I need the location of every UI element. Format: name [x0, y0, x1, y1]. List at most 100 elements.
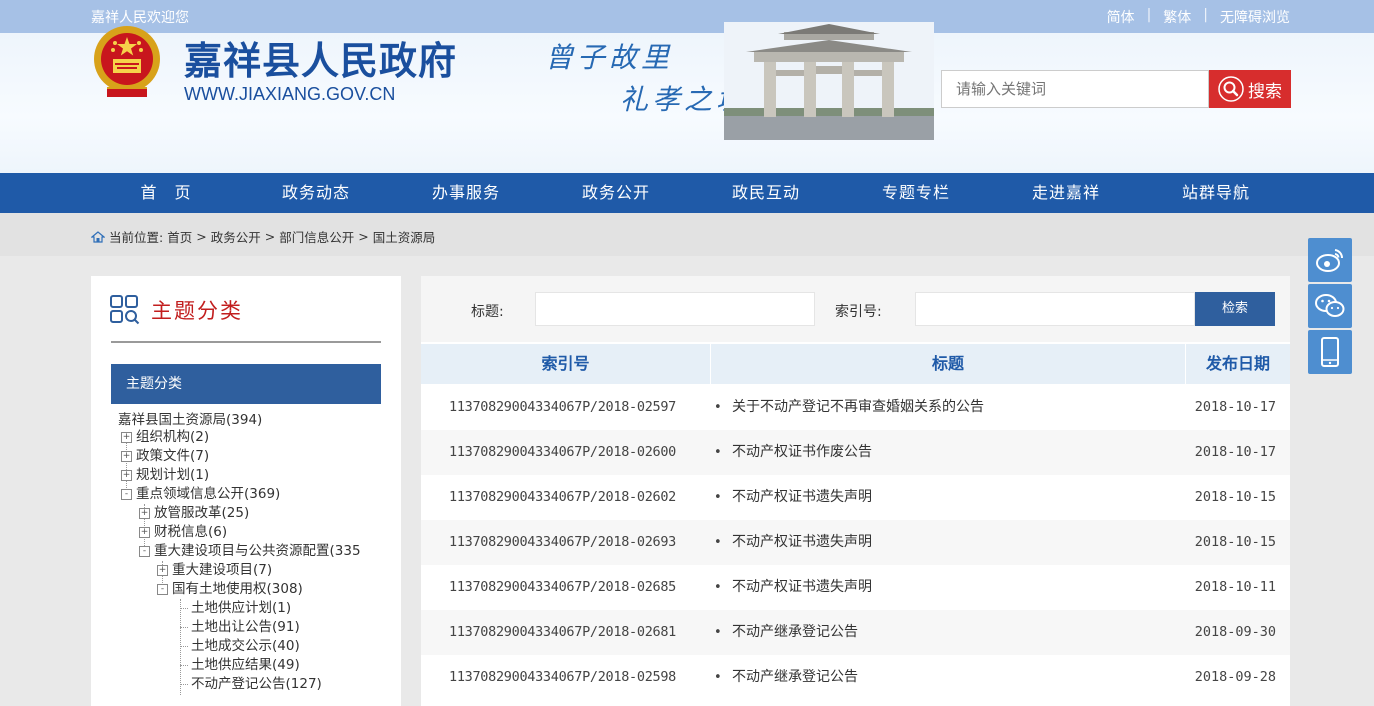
- row-index: 11370829004334067P/2018-02597: [449, 399, 677, 415]
- breadcrumb-link-home[interactable]: 首页: [167, 227, 192, 246]
- wechat-button[interactable]: [1308, 284, 1352, 328]
- row-title-link[interactable]: 不动产继承登记公告: [732, 610, 858, 655]
- table-row[interactable]: 11370829004334067P/2018-02600 • 不动产权证书作废…: [421, 430, 1290, 475]
- table-row[interactable]: 11370829004334067P/2018-02597 • 关于不动产登记不…: [421, 385, 1290, 430]
- breadcrumb-sep: >: [358, 229, 369, 244]
- row-title-link[interactable]: 不动产权证书遗失声明: [732, 475, 872, 520]
- sidebar-active-category[interactable]: 主题分类: [111, 364, 381, 404]
- expand-toggle-icon[interactable]: +: [139, 507, 150, 519]
- search-box: [941, 70, 1209, 108]
- expand-toggle-icon[interactable]: +: [139, 526, 150, 538]
- search-input[interactable]: [942, 71, 1208, 107]
- row-title-link[interactable]: 关于不动产登记不再审查婚姻关系的公告: [732, 385, 984, 430]
- tree-connector: [180, 627, 188, 628]
- nav-item-site-nav[interactable]: 站群导航: [1141, 173, 1291, 213]
- nav-item-topics[interactable]: 专题专栏: [841, 173, 991, 213]
- row-date: 2018-10-11: [1194, 579, 1276, 595]
- weibo-button[interactable]: [1308, 238, 1352, 282]
- tree-connector: [180, 665, 188, 666]
- search-icon: [1218, 76, 1244, 102]
- tree-node-label: 重点领域信息公开(369): [136, 486, 281, 502]
- tree-leaf[interactable]: 土地供应结果(49): [191, 656, 300, 675]
- collapse-toggle-icon[interactable]: -: [139, 545, 150, 557]
- filter-search-button[interactable]: 检索: [1195, 292, 1275, 326]
- slogan-line-1: 曾子故里: [545, 41, 674, 74]
- tree-leaf[interactable]: 不动产登记公告(127): [191, 675, 322, 694]
- tree-node[interactable]: + 规划计划(1): [121, 466, 209, 485]
- row-index: 11370829004334067P/2018-02602: [449, 489, 677, 505]
- tree-leaf[interactable]: 土地供应计划(1): [191, 599, 291, 618]
- tree-connector: [180, 599, 181, 695]
- tree-node[interactable]: + 重大建设项目(7): [157, 561, 272, 580]
- table-row[interactable]: 11370829004334067P/2018-02693 • 不动产权证书遗失…: [421, 520, 1290, 565]
- row-date: 2018-09-28: [1194, 669, 1276, 685]
- mobile-button[interactable]: [1308, 330, 1352, 374]
- row-title-link[interactable]: 不动产权证书遗失声明: [732, 565, 872, 610]
- weibo-icon: [1316, 249, 1344, 272]
- tree-node[interactable]: - 重点领域信息公开(369): [121, 485, 280, 504]
- breadcrumb-link-open-affairs[interactable]: 政务公开: [211, 227, 261, 246]
- nav-item-about[interactable]: 走进嘉祥: [991, 173, 1141, 213]
- site-name[interactable]: 嘉祥县人民政府: [184, 30, 457, 85]
- row-date: 2018-09-30: [1194, 624, 1276, 640]
- tree-node-label: 政策文件(7): [136, 448, 210, 464]
- nav-item-services[interactable]: 办事服务: [391, 173, 541, 213]
- title-filter-input[interactable]: [535, 292, 815, 326]
- row-index: 11370829004334067P/2018-02693: [449, 534, 677, 550]
- index-filter-input[interactable]: [915, 292, 1195, 326]
- bullet-icon: •: [714, 490, 722, 505]
- home-icon: [91, 230, 105, 243]
- expand-toggle-icon[interactable]: +: [157, 564, 168, 576]
- language-links: 简体 | 繁体 | 无障碍浏览: [1107, 7, 1290, 27]
- table-row[interactable]: 11370829004334067P/2018-02681 • 不动产继承登记公…: [421, 610, 1290, 655]
- table-row[interactable]: 11370829004334067P/2018-02598 • 不动产继承登记公…: [421, 655, 1290, 700]
- tree-leaf[interactable]: 土地出让公告(91): [191, 618, 300, 637]
- nav-item-interaction[interactable]: 政民互动: [691, 173, 841, 213]
- expand-toggle-icon[interactable]: +: [121, 431, 132, 443]
- tree-connector: [180, 646, 188, 647]
- collapse-toggle-icon[interactable]: -: [157, 583, 168, 595]
- sidebar-divider: [111, 341, 381, 343]
- row-index: 11370829004334067P/2018-02685: [449, 579, 677, 595]
- breadcrumb: 当前位置: 首页 > 政务公开 > 部门信息公开 > 国土资源局: [91, 227, 435, 246]
- bullet-icon: •: [714, 535, 722, 550]
- nav-item-home[interactable]: 首 页: [91, 173, 241, 213]
- breadcrumb-sep: >: [196, 229, 207, 244]
- main-nav: 首 页 政务动态 办事服务 政务公开 政民互动 专题专栏 走进嘉祥 站群导航: [0, 173, 1374, 213]
- breadcrumb-prefix: 当前位置:: [109, 230, 164, 245]
- traditional-chinese-link[interactable]: 繁体: [1163, 7, 1191, 27]
- sidebar-title: 主题分类: [151, 299, 243, 323]
- expand-toggle-icon[interactable]: +: [121, 469, 132, 481]
- table-row[interactable]: 11370829004334067P/2018-02685 • 不动产权证书遗失…: [421, 565, 1290, 610]
- expand-toggle-icon[interactable]: +: [121, 450, 132, 462]
- breadcrumb-current[interactable]: 国土资源局: [373, 227, 436, 246]
- breadcrumb-link-department[interactable]: 部门信息公开: [279, 227, 354, 246]
- tree-node[interactable]: + 放管服改革(25): [139, 504, 249, 523]
- row-title-link[interactable]: 不动产继承登记公告: [732, 655, 858, 700]
- table-row[interactable]: 11370829004334067P/2018-02602 • 不动产权证书遗失…: [421, 475, 1290, 520]
- simplified-chinese-link[interactable]: 简体: [1107, 7, 1135, 27]
- collapse-toggle-icon[interactable]: -: [121, 488, 132, 500]
- nav-item-open-affairs[interactable]: 政务公开: [541, 173, 691, 213]
- accessibility-link[interactable]: 无障碍浏览: [1220, 7, 1290, 27]
- search-button[interactable]: 搜索: [1209, 70, 1291, 108]
- bullet-icon: •: [714, 625, 722, 640]
- tree-node[interactable]: + 政策文件(7): [121, 447, 209, 466]
- memorial-archway-image: [724, 22, 934, 140]
- row-title-link[interactable]: 不动产权证书遗失声明: [732, 520, 872, 565]
- tree-node-label: 放管服改革(25): [154, 505, 250, 521]
- row-title-link[interactable]: 不动产权证书作废公告: [732, 430, 872, 475]
- index-filter-label: 索引号:: [835, 304, 882, 320]
- tree-leaf[interactable]: 土地成交公示(40): [191, 637, 300, 656]
- tree-node[interactable]: - 国有土地使用权(308): [157, 580, 303, 599]
- nav-item-news[interactable]: 政务动态: [241, 173, 391, 213]
- tree-node-label: 重大建设项目与公共资源配置(335: [154, 543, 361, 559]
- tree-node[interactable]: - 重大建设项目与公共资源配置(335: [139, 542, 361, 561]
- site-url: WWW.JIAXIANG.GOV.CN: [184, 84, 396, 104]
- bullet-icon: •: [714, 400, 722, 415]
- row-index: 11370829004334067P/2018-02600: [449, 444, 677, 460]
- tree-node[interactable]: + 财税信息(6): [139, 523, 227, 542]
- row-date: 2018-10-15: [1194, 489, 1276, 505]
- tree-node[interactable]: + 组织机构(2): [121, 428, 209, 447]
- column-header-date: 发布日期: [1205, 354, 1270, 373]
